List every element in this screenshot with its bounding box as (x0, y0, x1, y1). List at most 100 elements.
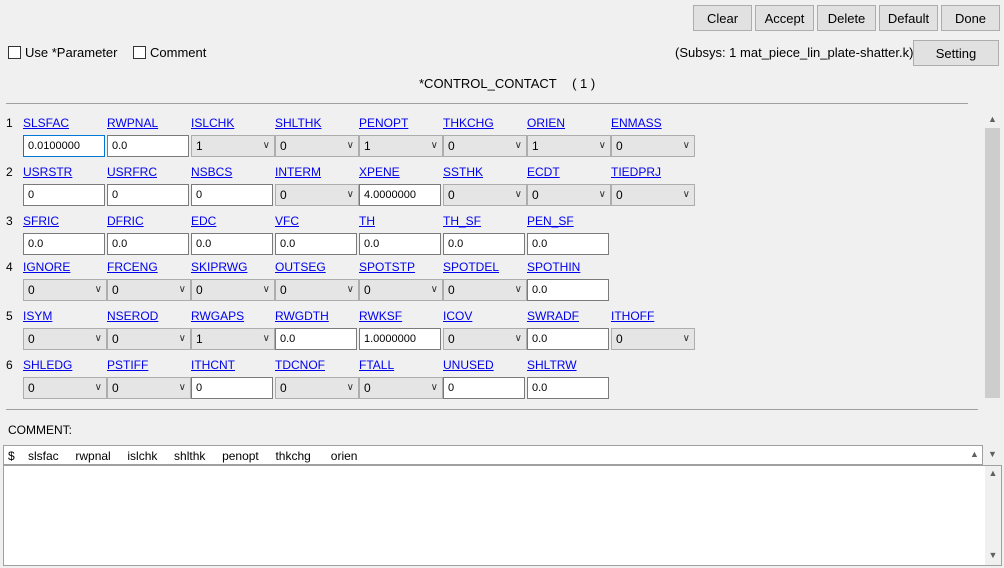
input-sfric[interactable]: 0.0 (23, 233, 105, 255)
chevron-down-icon[interactable]: ∨ (515, 329, 522, 349)
field-label-sfric[interactable]: SFRIC (23, 214, 59, 228)
setting-button[interactable]: Setting (913, 40, 999, 66)
chevron-down-icon[interactable]: ∨ (683, 185, 690, 205)
field-label-edc[interactable]: EDC (191, 214, 216, 228)
field-label-frceng[interactable]: FRCENG (107, 260, 158, 274)
field-label-orien[interactable]: ORIEN (527, 116, 565, 130)
chevron-down-icon[interactable]: ∨ (683, 136, 690, 156)
default-button[interactable]: Default (879, 5, 938, 31)
chevron-down-icon[interactable]: ∨ (95, 329, 102, 349)
comment-checkbox[interactable]: Comment (133, 45, 206, 60)
chevron-down-icon[interactable]: ∨ (179, 329, 186, 349)
field-label-ftall[interactable]: FTALL (359, 358, 394, 372)
field-label-usrstr[interactable]: USRSTR (23, 165, 72, 179)
select-skiprwg[interactable]: 0 ∨ (191, 279, 275, 301)
select-ithoff[interactable]: 0 ∨ (611, 328, 695, 350)
select-shledg[interactable]: 0 ∨ (23, 377, 107, 399)
field-label-outseg[interactable]: OUTSEG (275, 260, 326, 274)
input-slsfac[interactable]: 0.0100000 (23, 135, 105, 157)
field-label-usrfrc[interactable]: USRFRC (107, 165, 157, 179)
field-label-swradf[interactable]: SWRADF (527, 309, 579, 323)
field-label-rwksf[interactable]: RWKSF (359, 309, 402, 323)
select-shlthk[interactable]: 0 ∨ (275, 135, 359, 157)
select-ftall[interactable]: 0 ∨ (359, 377, 443, 399)
input-spothin[interactable]: 0.0 (527, 279, 609, 301)
select-ssthk[interactable]: 0 ∨ (443, 184, 527, 206)
select-nserod[interactable]: 0 ∨ (107, 328, 191, 350)
chevron-down-icon[interactable]: ∨ (515, 185, 522, 205)
select-spotdel[interactable]: 0 ∨ (443, 279, 527, 301)
checkbox-box[interactable] (133, 46, 146, 59)
field-label-slsfac[interactable]: SLSFAC (23, 116, 69, 130)
select-thkchg[interactable]: 0 ∨ (443, 135, 527, 157)
delete-button[interactable]: Delete (817, 5, 876, 31)
comment-scroll-down-icon[interactable]: ▼ (985, 550, 1001, 560)
field-label-spotdel[interactable]: SPOTDEL (443, 260, 499, 274)
input-usrstr[interactable]: 0 (23, 184, 105, 206)
chevron-down-icon[interactable]: ∨ (683, 329, 690, 349)
select-ecdt[interactable]: 0 ∨ (527, 184, 611, 206)
input-nsbcs[interactable]: 0 (191, 184, 273, 206)
input-shltrw[interactable]: 0.0 (527, 377, 609, 399)
input-rwksf[interactable]: 1.0000000 (359, 328, 441, 350)
field-label-icov[interactable]: ICOV (443, 309, 472, 323)
field-label-nserod[interactable]: NSEROD (107, 309, 158, 323)
field-label-rwgaps[interactable]: RWGAPS (191, 309, 244, 323)
chevron-down-icon[interactable]: ∨ (179, 378, 186, 398)
select-islchk[interactable]: 1 ∨ (191, 135, 275, 157)
comment-scrollbar[interactable]: ▲ ▼ (985, 466, 1001, 565)
scroll-down-icon[interactable]: ▼ (984, 449, 1001, 459)
comment-scroll-up-icon[interactable]: ▲ (985, 468, 1001, 478)
chevron-down-icon[interactable]: ∨ (347, 378, 354, 398)
select-pstiff[interactable]: 0 ∨ (107, 377, 191, 399)
field-label-unused[interactable]: UNUSED (443, 358, 494, 372)
scroll-up-icon[interactable]: ▲ (984, 114, 1001, 124)
field-label-rwpnal[interactable]: RWPNAL (107, 116, 158, 130)
form-scrollbar[interactable]: ▲ (984, 112, 1001, 412)
field-label-rwgdth[interactable]: RWGDTH (275, 309, 329, 323)
select-frceng[interactable]: 0 ∨ (107, 279, 191, 301)
chevron-down-icon[interactable]: ∨ (515, 280, 522, 300)
chevron-down-icon[interactable]: ∨ (95, 280, 102, 300)
chevron-down-icon[interactable]: ∨ (179, 280, 186, 300)
input-th-sf[interactable]: 0.0 (443, 233, 525, 255)
select-ignore[interactable]: 0 ∨ (23, 279, 107, 301)
input-th[interactable]: 0.0 (359, 233, 441, 255)
chevron-down-icon[interactable]: ∨ (347, 136, 354, 156)
field-label-islchk[interactable]: ISLCHK (191, 116, 234, 130)
select-rwgaps[interactable]: 1 ∨ (191, 328, 275, 350)
chevron-down-icon[interactable]: ∨ (263, 329, 270, 349)
input-rwpnal[interactable]: 0.0 (107, 135, 189, 157)
field-label-nsbcs[interactable]: NSBCS (191, 165, 232, 179)
done-button[interactable]: Done (941, 5, 1000, 31)
select-icov[interactable]: 0 ∨ (443, 328, 527, 350)
field-label-spotstp[interactable]: SPOTSTP (359, 260, 415, 274)
field-label-interm[interactable]: INTERM (275, 165, 321, 179)
chevron-down-icon[interactable]: ∨ (347, 185, 354, 205)
chevron-down-icon[interactable]: ∨ (263, 136, 270, 156)
chevron-down-icon[interactable]: ∨ (263, 280, 270, 300)
field-label-spothin[interactable]: SPOTHIN (527, 260, 580, 274)
select-enmass[interactable]: 0 ∨ (611, 135, 695, 157)
select-interm[interactable]: 0 ∨ (275, 184, 359, 206)
input-ithcnt[interactable]: 0 (191, 377, 273, 399)
chevron-down-icon[interactable]: ∨ (95, 378, 102, 398)
field-label-penopt[interactable]: PENOPT (359, 116, 408, 130)
input-vfc[interactable]: 0.0 (275, 233, 357, 255)
field-label-ithcnt[interactable]: ITHCNT (191, 358, 235, 372)
chevron-down-icon[interactable]: ∨ (431, 280, 438, 300)
input-edc[interactable]: 0.0 (191, 233, 273, 255)
accept-button[interactable]: Accept (755, 5, 814, 31)
field-label-ithoff[interactable]: ITHOFF (611, 309, 654, 323)
input-pen-sf[interactable]: 0.0 (527, 233, 609, 255)
input-unused[interactable]: 0 (443, 377, 525, 399)
field-label-ignore[interactable]: IGNORE (23, 260, 70, 274)
select-orien[interactable]: 1 ∨ (527, 135, 611, 157)
select-tdcnof[interactable]: 0 ∨ (275, 377, 359, 399)
chevron-down-icon[interactable]: ∨ (599, 185, 606, 205)
chevron-down-icon[interactable]: ∨ (515, 136, 522, 156)
select-tiedprj[interactable]: 0 ∨ (611, 184, 695, 206)
comment-textarea[interactable]: ▲ ▼ (3, 465, 1002, 566)
field-label-pen-sf[interactable]: PEN_SF (527, 214, 574, 228)
field-label-skiprwg[interactable]: SKIPRWG (191, 260, 247, 274)
